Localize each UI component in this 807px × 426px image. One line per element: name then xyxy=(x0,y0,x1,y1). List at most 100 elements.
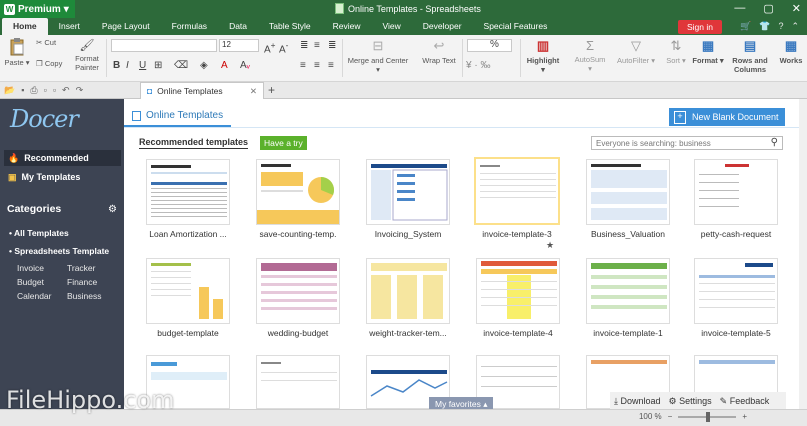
tab-online-templates[interactable]: ◘ Online Templates ✕ xyxy=(140,82,264,99)
template-title[interactable]: invoice-template-1 xyxy=(575,328,681,338)
align-top-icon[interactable]: ≣ xyxy=(300,40,308,51)
template-title[interactable]: save-counting-temp. xyxy=(245,229,351,239)
sidebar-item-my-templates[interactable]: ▣ My Templates xyxy=(4,169,121,185)
download-button[interactable]: ⤓ Download xyxy=(614,396,661,407)
tab-insert[interactable]: Insert xyxy=(48,18,91,35)
worksheet-button[interactable]: ▦ Works xyxy=(776,38,806,65)
category-all-templates[interactable]: • All Templates xyxy=(9,228,69,238)
category-invoice[interactable]: Invoice xyxy=(17,263,44,273)
template-thumbnail[interactable] xyxy=(366,258,450,324)
align-middle-icon[interactable]: ≡ xyxy=(314,40,320,51)
save-icon[interactable]: ▪ xyxy=(21,85,24,96)
zoom-in-icon[interactable]: + xyxy=(742,412,747,421)
paste-button[interactable]: Paste ▾ xyxy=(4,38,30,67)
template-title[interactable]: invoice-template-5 xyxy=(683,328,789,338)
template-title[interactable]: Loan Amortization ... xyxy=(135,229,241,239)
collapse-ribbon-icon[interactable]: ⌃ xyxy=(791,21,799,32)
template-thumbnail[interactable] xyxy=(586,159,670,225)
new-blank-document-button[interactable]: + New Blank Document xyxy=(669,108,785,126)
autosum-button[interactable]: Σ AutoSum ▾ xyxy=(572,38,608,73)
settings-button[interactable]: ⚙ Settings xyxy=(669,396,712,407)
font-effects-icon[interactable]: Aᵥ xyxy=(240,60,250,71)
category-calendar[interactable]: Calendar xyxy=(17,291,52,301)
font-color-icon[interactable]: A xyxy=(221,60,228,71)
online-templates-tab[interactable]: Online Templates xyxy=(124,107,232,127)
template-thumbnail[interactable] xyxy=(366,159,450,225)
star-icon[interactable]: ★ xyxy=(546,240,554,251)
template-thumbnail[interactable] xyxy=(256,159,340,225)
zoom-control[interactable]: 100 % − + xyxy=(639,411,747,422)
tab-special-features[interactable]: Special Features xyxy=(473,18,559,35)
template-thumbnail[interactable] xyxy=(146,159,230,225)
open-folder-icon[interactable]: 📂 xyxy=(4,85,15,96)
sign-in-button[interactable]: Sign in xyxy=(678,20,722,34)
font-size-select[interactable]: 12 xyxy=(219,39,259,52)
bold-icon[interactable]: B xyxy=(113,60,120,71)
grow-font-icon[interactable]: A+ xyxy=(264,40,276,55)
template-title[interactable]: invoice-template-3 xyxy=(464,229,570,239)
merge-center-button[interactable]: ⊟ Merge and Center ▾ xyxy=(345,38,411,74)
template-thumbnail[interactable] xyxy=(256,258,340,324)
align-center-icon[interactable]: ≡ xyxy=(314,60,320,71)
have-a-try-button[interactable]: Have a try xyxy=(260,136,307,150)
highlight-button[interactable]: ▥ Highlight ▾ xyxy=(524,38,562,74)
feedback-button[interactable]: ✎ Feedback xyxy=(720,396,770,407)
minimize-button[interactable]: — xyxy=(734,2,745,15)
template-search-input[interactable]: Everyone is searching: business ⚲ xyxy=(591,136,783,150)
fill-color-icon[interactable]: ◈ xyxy=(200,60,208,71)
zoom-slider[interactable] xyxy=(678,411,737,422)
wrap-text-button[interactable]: ↩ Wrap Text xyxy=(420,38,458,65)
search-icon[interactable]: ⚲ xyxy=(771,137,778,148)
category-spreadsheets-template[interactable]: • Spreadsheets Template xyxy=(9,246,109,256)
premium-menu-button[interactable]: W Premium ▾ xyxy=(0,0,75,18)
redo-icon[interactable]: ↷ xyxy=(76,85,84,96)
recommended-templates-heading[interactable]: Recommended templates xyxy=(139,137,249,149)
template-title[interactable]: petty-cash-request xyxy=(683,229,789,239)
export-icon[interactable]: ▫ xyxy=(53,85,56,96)
close-button[interactable]: ✕ xyxy=(792,2,801,15)
align-right-icon[interactable]: ≡ xyxy=(328,60,334,71)
template-thumbnail[interactable] xyxy=(694,258,778,324)
new-tab-button[interactable]: + xyxy=(268,83,275,97)
help-icon[interactable]: ? xyxy=(778,21,783,32)
sidebar-item-recommended[interactable]: 🔥 Recommended xyxy=(4,150,121,166)
template-title[interactable]: weight-tracker-tem... xyxy=(355,328,461,338)
template-title[interactable]: wedding-budget xyxy=(245,328,351,338)
clear-icon[interactable]: ⌫ xyxy=(174,60,188,71)
template-title[interactable]: Business_Valuation xyxy=(575,229,681,239)
cut-button[interactable]: ✂ Cut xyxy=(36,38,56,47)
autofilter-button[interactable]: ▽ AutoFilter ▾ xyxy=(616,38,656,65)
template-thumbnail[interactable] xyxy=(256,355,340,409)
tab-developer[interactable]: Developer xyxy=(412,18,473,35)
currency-icon[interactable]: ¥ · ‰ xyxy=(466,60,490,71)
copy-button[interactable]: ❐ Copy xyxy=(36,59,62,68)
template-thumbnail[interactable] xyxy=(146,258,230,324)
tab-data[interactable]: Data xyxy=(218,18,258,35)
category-budget[interactable]: Budget xyxy=(17,277,44,287)
shrink-font-icon[interactable]: A- xyxy=(279,40,288,55)
template-title[interactable]: invoice-template-4 xyxy=(465,328,571,338)
italic-icon[interactable]: I xyxy=(126,60,129,71)
category-finance[interactable]: Finance xyxy=(67,277,97,287)
rows-columns-button[interactable]: ▤ Rows and Columns xyxy=(730,38,770,74)
percent-icon[interactable]: % xyxy=(490,39,499,50)
template-title[interactable]: budget-template xyxy=(135,328,241,338)
tab-formulas[interactable]: Formulas xyxy=(161,18,218,35)
align-bottom-icon[interactable]: ≣ xyxy=(328,40,336,51)
close-tab-icon[interactable]: ✕ xyxy=(250,86,257,97)
format-painter-button[interactable]: 🖌 Format Painter xyxy=(72,38,102,72)
gear-icon[interactable]: ⚙ xyxy=(108,204,117,215)
undo-icon[interactable]: ↶ xyxy=(62,85,70,96)
maximize-button[interactable]: ▢ xyxy=(763,2,773,15)
borders-icon[interactable]: ⊞ xyxy=(154,60,162,71)
zoom-out-icon[interactable]: − xyxy=(668,412,673,421)
category-tracker[interactable]: Tracker xyxy=(67,263,96,273)
sort-button[interactable]: ⇅ Sort ▾ xyxy=(664,38,688,65)
template-thumbnail[interactable] xyxy=(476,258,560,324)
template-thumbnail[interactable] xyxy=(694,159,778,225)
tab-home[interactable]: Home xyxy=(2,18,48,35)
tab-review[interactable]: Review xyxy=(322,18,372,35)
format-button[interactable]: ▦ Format ▾ xyxy=(692,38,724,65)
print-icon[interactable]: ⎙ xyxy=(30,85,37,96)
tab-page-layout[interactable]: Page Layout xyxy=(91,18,161,35)
